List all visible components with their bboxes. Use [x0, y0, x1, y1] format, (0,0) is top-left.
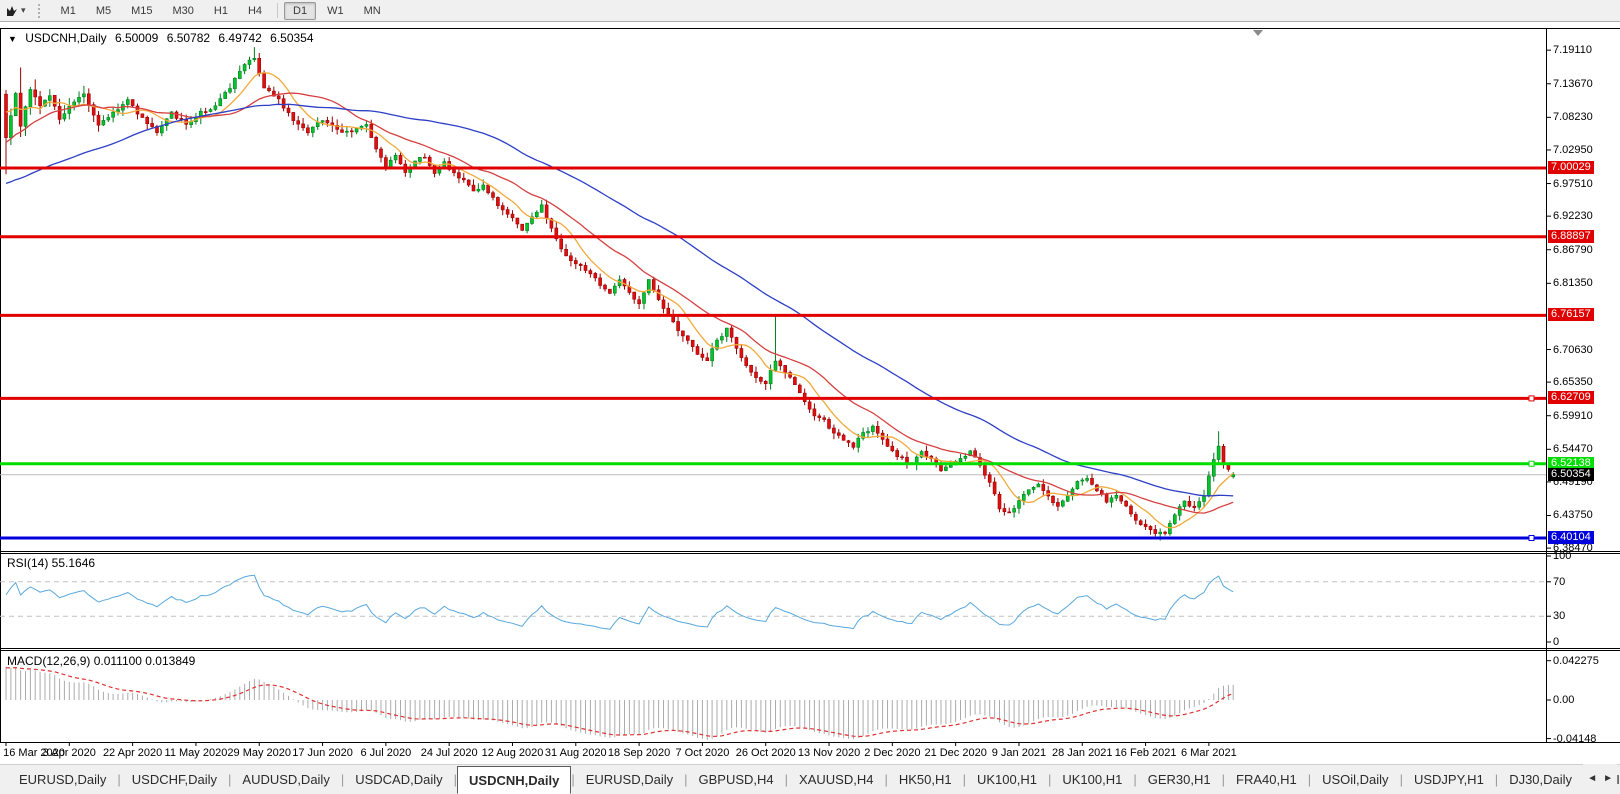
date-axis-label: 26 Oct 2020: [736, 747, 796, 759]
price-axis-tick: 6.86790: [1553, 244, 1593, 256]
hline-handle[interactable]: [1529, 461, 1534, 466]
date-axis-label: 6 Mar 2021: [1181, 747, 1237, 759]
tab-xauusd-h4-7[interactable]: XAUUSD,H4: [788, 765, 884, 794]
price-axis-tick: 7.02950: [1553, 144, 1593, 156]
current-price-tag: 6.50354: [1548, 468, 1594, 481]
tab-usoil-daily-13[interactable]: USOil,Daily: [1311, 765, 1399, 794]
timeframe-button-mn[interactable]: MN: [355, 2, 390, 20]
rsi-axis-tick: 70: [1553, 576, 1565, 588]
macd-indicator-label: MACD(12,26,9) 0.011100 0.013849: [7, 654, 195, 668]
date-axis-label: 2 Dec 2020: [864, 747, 920, 759]
tab-uk100-h1-9[interactable]: UK100,H1: [966, 765, 1048, 794]
toolbar-separator: [277, 3, 278, 18]
price-axis-tick: 7.19110: [1553, 44, 1592, 56]
rsi-axis-tick: 30: [1553, 610, 1565, 622]
date-axis-label: 3 Apr 2020: [43, 747, 96, 759]
price-axis-tick: 6.59910: [1553, 410, 1593, 422]
tab-usdcad-daily-3[interactable]: USDCAD,Daily: [344, 765, 453, 794]
price-axis-tick: 6.97510: [1553, 178, 1593, 190]
chart-symbol-label: USDCNH,Daily: [25, 31, 106, 45]
chart-high-value: 6.50782: [167, 31, 210, 45]
timeframe-button-w1[interactable]: W1: [318, 2, 353, 20]
price-line-tag: 6.76157: [1548, 308, 1594, 321]
rsi-axis-tick: 100: [1553, 550, 1571, 562]
date-axis-label: 13 Nov 2020: [798, 747, 860, 759]
chart-close-value: 6.50354: [270, 31, 313, 45]
scroll-right-icon[interactable]: ►: [1603, 773, 1613, 784]
tab-dj30-daily-15[interactable]: DJ30,Daily: [1498, 765, 1583, 794]
hline-handle[interactable]: [1529, 536, 1534, 541]
tab-usdjpy-h1-14[interactable]: USDJPY,H1: [1403, 765, 1495, 794]
rsi-indicator-label: RSI(14) 55.1646: [7, 556, 95, 570]
timeframe-button-m1[interactable]: M1: [52, 2, 85, 20]
price-axis-tick: 7.13670: [1553, 78, 1593, 90]
tab-eurusd-daily-5[interactable]: EURUSD,Daily: [575, 765, 684, 794]
macd-axis-tick: 0.00: [1553, 694, 1574, 706]
date-axis-label: 11 May 2020: [165, 747, 228, 759]
date-axis-label: 22 Apr 2020: [103, 747, 162, 759]
price-axis-tick: 6.81350: [1553, 277, 1593, 289]
date-axis-label: 24 Jul 2020: [421, 747, 478, 759]
timeframe-button-d1[interactable]: D1: [284, 2, 316, 20]
date-axis-label: 7 Oct 2020: [675, 747, 729, 759]
price-axis-tick: 6.54470: [1553, 443, 1593, 455]
chart-shift-marker[interactable]: [1253, 30, 1263, 36]
price-line-tag: 6.88897: [1548, 230, 1594, 243]
chart-open-value: 6.50009: [115, 31, 158, 45]
price-line-tag: 6.40104: [1548, 531, 1594, 544]
date-axis-label: 17 Jun 2020: [292, 747, 353, 759]
chevron-down-icon[interactable]: ▾: [21, 5, 26, 16]
tab-uk100-h1-10[interactable]: UK100,H1: [1051, 765, 1133, 794]
tab-fra40-h1-12[interactable]: FRA40,H1: [1225, 765, 1308, 794]
tab-scroll-arrows: ◄ ►: [1583, 764, 1617, 792]
tab-usdchf-daily-1[interactable]: USDCHF,Daily: [121, 765, 228, 794]
price-line-tag: 7.00029: [1548, 161, 1594, 174]
price-axis-tick: 7.08230: [1553, 111, 1593, 123]
date-axis-label: 31 Aug 2020: [545, 747, 607, 759]
price-axis-tick: 6.70630: [1553, 344, 1593, 356]
chart-ohlc-header: ▼ USDCNH,Daily 6.50009 6.50782 6.49742 6…: [8, 31, 319, 45]
price-line-tag: 6.62709: [1548, 391, 1594, 404]
chart-canvas[interactable]: [0, 24, 1620, 764]
tab-audusd-daily-2[interactable]: AUDUSD,Daily: [231, 765, 340, 794]
timeframe-button-m30[interactable]: M30: [164, 2, 203, 20]
hline-handle[interactable]: [1529, 396, 1534, 401]
date-axis-label: 6 Jul 2020: [360, 747, 411, 759]
rsi-axis-tick: 0: [1553, 636, 1559, 648]
macd-axis-tick: -0.04148: [1553, 733, 1596, 745]
chart-low-value: 6.49742: [218, 31, 261, 45]
charts-tool-button[interactable]: ▾: [6, 5, 26, 17]
timeframe-button-h1[interactable]: H1: [205, 2, 237, 20]
date-axis-label: 29 May 2020: [227, 747, 291, 759]
timeframe-toolbar: ▾ M1M5M15M30H1H4 D1W1MN: [0, 0, 1620, 22]
date-axis-label: 21 Dec 2020: [924, 747, 986, 759]
chart-cursor-icon: [6, 5, 18, 17]
tab-hk50-h1-8[interactable]: HK50,H1: [888, 765, 963, 794]
date-axis-label: 12 Aug 2020: [482, 747, 544, 759]
tab-gbpusd-h4-6[interactable]: GBPUSD,H4: [688, 765, 785, 794]
chart-tabs: EURUSD,Daily|USDCHF,Daily|AUDUSD,Daily|U…: [0, 764, 1620, 794]
timeframe-button-m5[interactable]: M5: [87, 2, 120, 20]
date-axis-label: 18 Sep 2020: [608, 747, 670, 759]
date-axis-label: 28 Jan 2021: [1052, 747, 1113, 759]
price-axis-tick: 6.92230: [1553, 210, 1593, 222]
price-axis-tick: 6.65350: [1553, 376, 1593, 388]
price-axis-tick: 6.43750: [1553, 509, 1593, 521]
date-axis-label: 16 Feb 2021: [1115, 747, 1177, 759]
one-click-collapse-icon[interactable]: ▼: [8, 34, 17, 44]
scroll-left-icon[interactable]: ◄: [1587, 773, 1597, 784]
macd-axis-tick: 0.042275: [1553, 655, 1599, 667]
timeframe-button-h4[interactable]: H4: [239, 2, 271, 20]
tab-eurusd-daily-0[interactable]: EURUSD,Daily: [8, 765, 117, 794]
toolbar-grip: [38, 4, 43, 18]
timeframe-button-m15[interactable]: M15: [122, 2, 161, 20]
chart-window: ▼ USDCNH,Daily 6.50009 6.50782 6.49742 6…: [0, 24, 1620, 764]
tab-usdcnh-daily-4[interactable]: USDCNH,Daily: [457, 766, 571, 794]
tab-ger30-h1-11[interactable]: GER30,H1: [1137, 765, 1222, 794]
date-axis-label: 9 Jan 2021: [992, 747, 1046, 759]
